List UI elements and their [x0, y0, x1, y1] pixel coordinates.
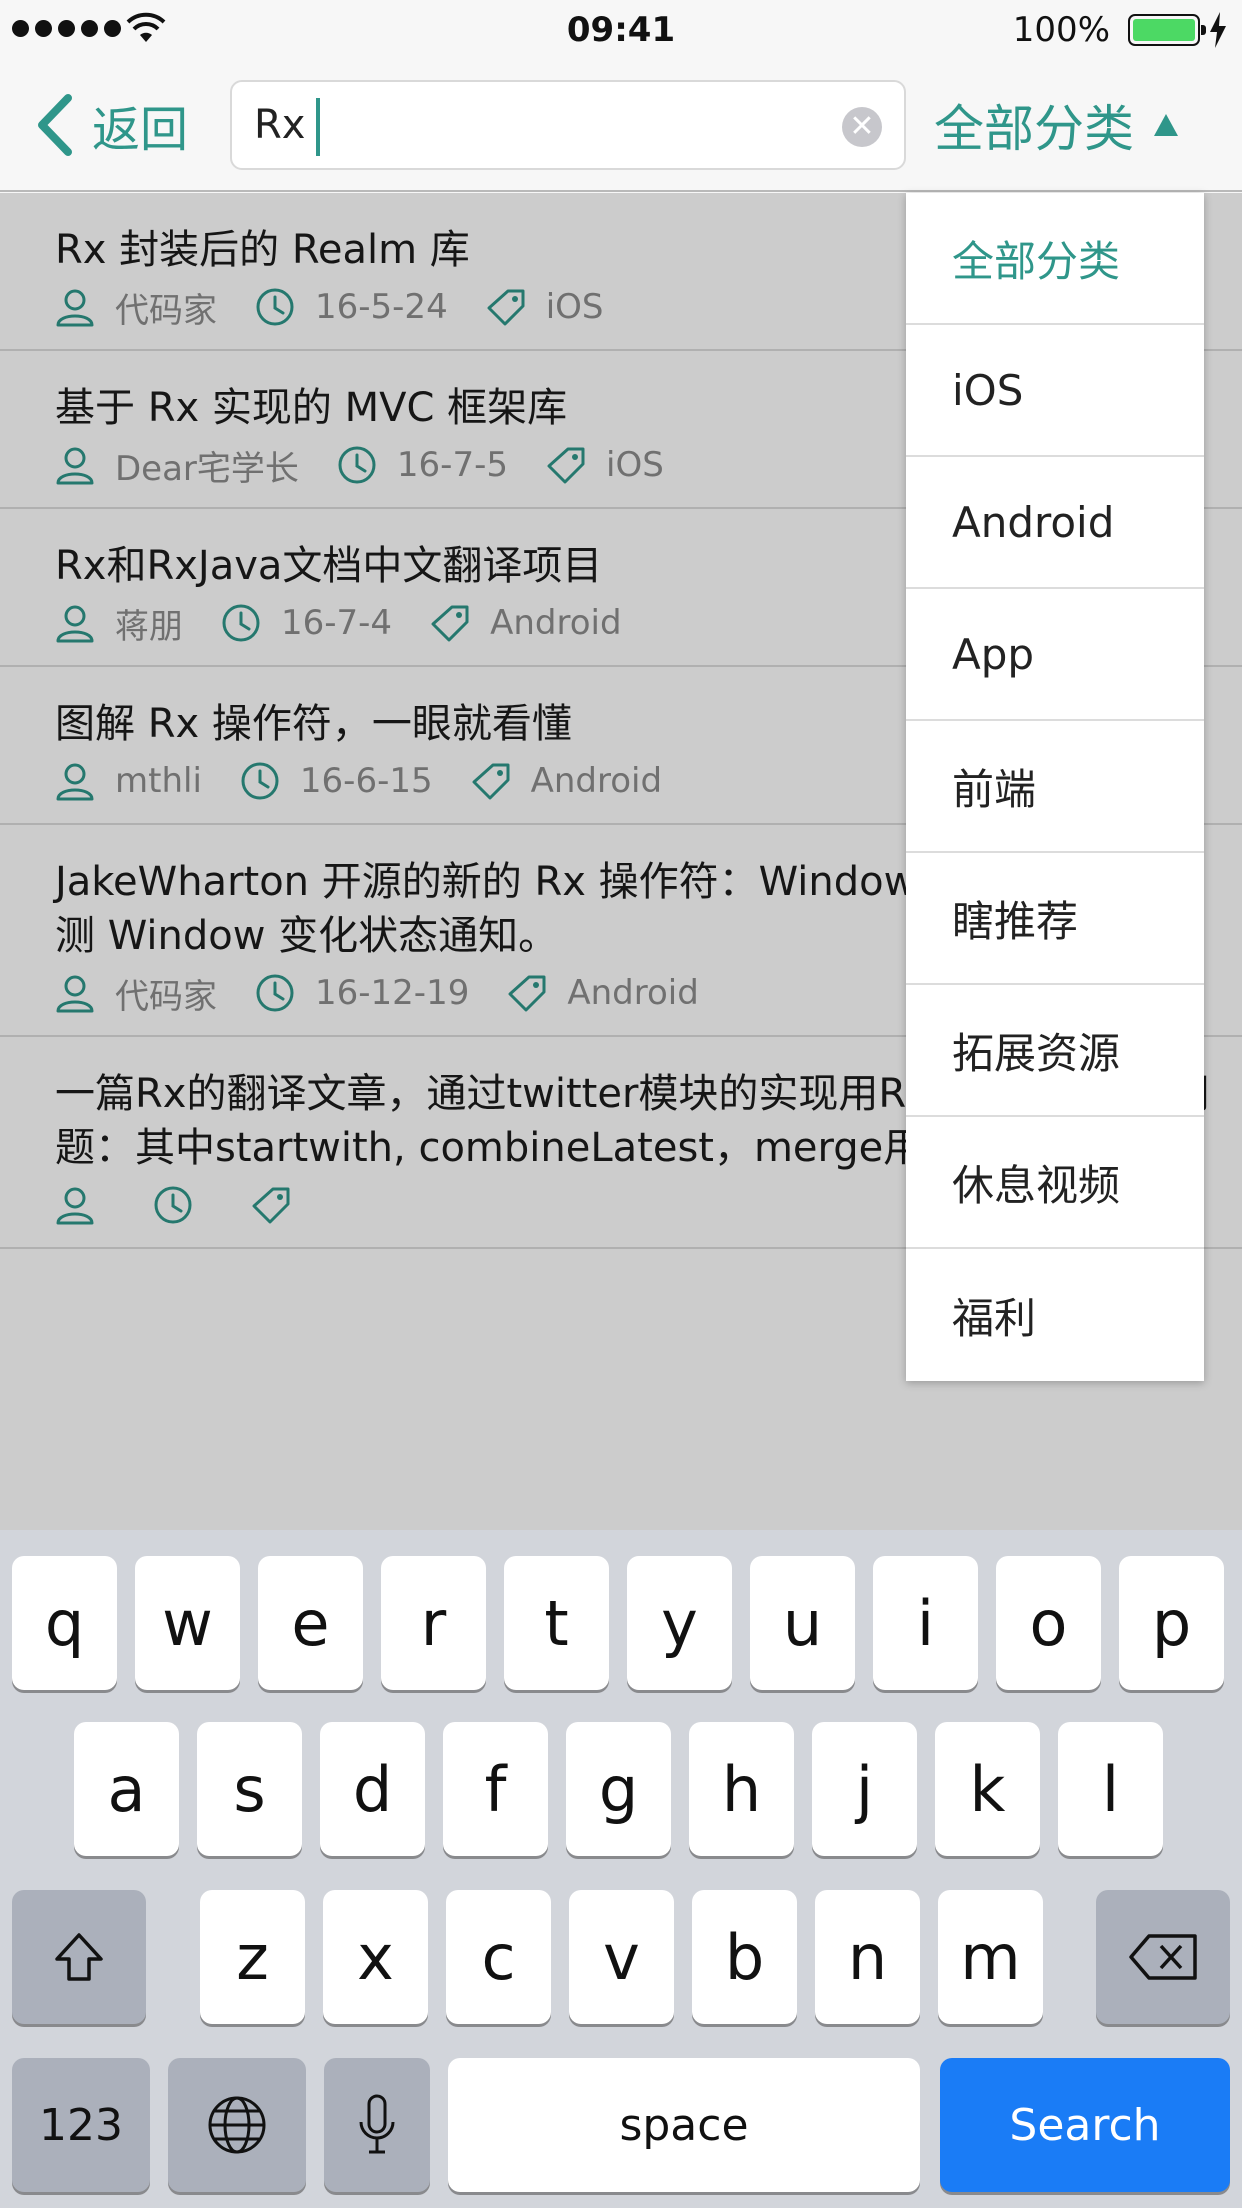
key-z[interactable]: z	[200, 1890, 305, 2024]
shift-icon	[55, 1933, 103, 1981]
navigation-bar: 返回 Rx ✕ 全部分类	[0, 60, 1242, 192]
dropdown-item[interactable]: iOS	[906, 325, 1204, 457]
dropdown-item[interactable]: 拓展资源	[906, 985, 1204, 1117]
microphone-icon	[359, 2094, 395, 2154]
key-h[interactable]: h	[689, 1722, 794, 1856]
search-key[interactable]: Search	[940, 2058, 1230, 2192]
space-key[interactable]: space	[448, 2058, 920, 2192]
dropdown-item[interactable]: 休息视频	[906, 1117, 1204, 1249]
triangle-up-icon	[1154, 114, 1178, 136]
dropdown-item[interactable]: 福利	[906, 1249, 1204, 1381]
key-p[interactable]: p	[1119, 1556, 1224, 1690]
key-t[interactable]: t	[504, 1556, 609, 1690]
key-s[interactable]: s	[197, 1722, 302, 1856]
numbers-key[interactable]: 123	[12, 2058, 150, 2192]
globe-icon	[208, 2096, 266, 2154]
key-i[interactable]: i	[873, 1556, 978, 1690]
search-input[interactable]: Rx ✕	[230, 80, 906, 170]
key-w[interactable]: w	[135, 1556, 240, 1690]
dropdown-item[interactable]: Android	[906, 457, 1204, 589]
key-j[interactable]: j	[812, 1722, 917, 1856]
category-dropdown-menu: 全部分类 iOS Android App 前端 瞎推荐 拓展资源 休息视频 福利	[906, 193, 1204, 1381]
dropdown-item[interactable]: 瞎推荐	[906, 853, 1204, 985]
back-button[interactable]: 返回	[36, 90, 188, 160]
text-cursor	[316, 98, 320, 156]
charging-icon	[1210, 12, 1226, 48]
status-bar: 09:41 100%	[0, 0, 1242, 60]
key-d[interactable]: d	[320, 1722, 425, 1856]
chevron-left-icon	[38, 94, 72, 156]
dictation-key[interactable]	[324, 2058, 430, 2192]
search-query: Rx	[254, 102, 306, 148]
clear-icon[interactable]: ✕	[842, 107, 882, 147]
key-q[interactable]: q	[12, 1556, 117, 1690]
key-f[interactable]: f	[443, 1722, 548, 1856]
key-u[interactable]: u	[750, 1556, 855, 1690]
dropdown-item[interactable]: 前端	[906, 721, 1204, 853]
dropdown-item[interactable]: 全部分类	[906, 193, 1204, 325]
key-b[interactable]: b	[692, 1890, 797, 2024]
battery-percent: 100%	[1012, 10, 1110, 50]
key-o[interactable]: o	[996, 1556, 1101, 1690]
key-e[interactable]: e	[258, 1556, 363, 1690]
dropdown-item[interactable]: App	[906, 589, 1204, 721]
key-l[interactable]: l	[1058, 1722, 1163, 1856]
key-v[interactable]: v	[569, 1890, 674, 2024]
key-m[interactable]: m	[938, 1890, 1043, 2024]
back-label: 返回	[92, 102, 189, 158]
key-k[interactable]: k	[935, 1722, 1040, 1856]
keyboard: q w e r t y u i o p a s d f g h j k l z x c v b n m 123 space Search	[0, 1530, 1242, 2208]
key-y[interactable]: y	[627, 1556, 732, 1690]
key-r[interactable]: r	[381, 1556, 486, 1690]
backspace-icon	[1129, 1934, 1197, 1980]
category-dropdown-button[interactable]: 全部分类	[934, 90, 1178, 160]
delete-key[interactable]	[1096, 1890, 1230, 2024]
key-c[interactable]: c	[446, 1890, 551, 2024]
category-label: 全部分类	[934, 100, 1134, 158]
shift-key[interactable]	[12, 1890, 146, 2024]
key-a[interactable]: a	[74, 1722, 179, 1856]
key-x[interactable]: x	[323, 1890, 428, 2024]
key-g[interactable]: g	[566, 1722, 671, 1856]
key-n[interactable]: n	[815, 1890, 920, 2024]
battery-icon	[1128, 14, 1206, 46]
globe-key[interactable]	[168, 2058, 306, 2192]
